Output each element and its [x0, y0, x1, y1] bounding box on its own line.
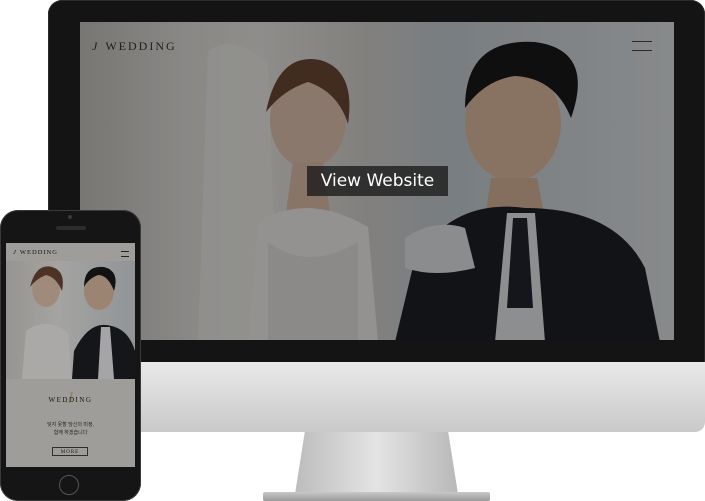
- phone-speaker: [56, 226, 86, 230]
- logo-mark: J: [92, 39, 100, 53]
- mobile-dark-overlay: [6, 243, 135, 467]
- hamburger-menu-icon[interactable]: [632, 41, 652, 51]
- site-logo[interactable]: J WEDDING: [92, 39, 177, 54]
- monitor-chin: [48, 362, 705, 432]
- monitor-stand-neck: [295, 432, 458, 494]
- mobile-phone-mockup: J WEDDING J WEDDING 잊지 못할 당신의 미정, 함께 하겠습니…: [0, 210, 141, 501]
- phone-home-button: [59, 475, 79, 495]
- desktop-screen[interactable]: J WEDDING View Website: [80, 22, 674, 340]
- mobile-screen[interactable]: J WEDDING J WEDDING 잊지 못할 당신의 미정, 함께 하겠습니…: [6, 243, 135, 467]
- desktop-monitor-mockup: J WEDDING View Website: [48, 0, 705, 501]
- monitor-stand-foot: [263, 492, 490, 501]
- logo-text: WEDDING: [105, 39, 177, 53]
- phone-camera: [68, 215, 72, 219]
- view-website-button[interactable]: View Website: [307, 166, 448, 196]
